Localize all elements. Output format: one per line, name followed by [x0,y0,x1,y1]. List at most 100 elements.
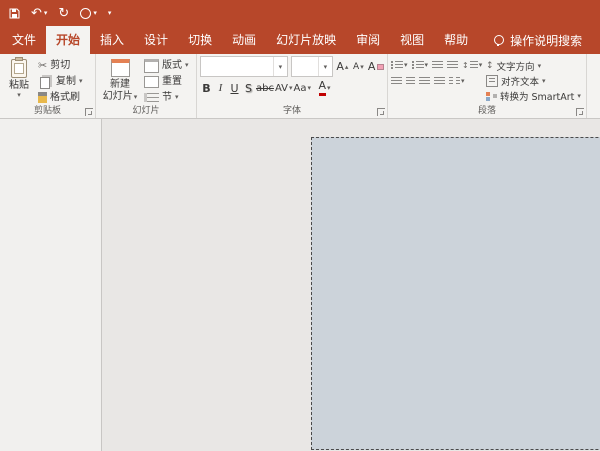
slides-group-label: 幻灯片 [96,107,196,117]
cut-label: 剪切 [50,61,70,71]
numbering-button[interactable]: ▾ [412,59,429,72]
reset-button[interactable]: 重置 [144,74,189,89]
text-direction-icon: ↕ [486,62,494,71]
align-left-button[interactable] [391,75,402,88]
text-direction-button[interactable]: ↕ 文字方向 ▾ [486,59,581,73]
line-spacing-dropdown-icon: ▾ [479,62,483,69]
bold-button[interactable]: B [200,80,213,96]
align-text-label: 对齐文本 [501,74,539,88]
character-spacing-label: AV [275,83,288,94]
align-text-button[interactable]: 对齐文本 ▾ [486,74,581,88]
new-slide-label-line2: 幻灯片 [103,91,133,103]
columns-button[interactable]: ▾ [449,75,465,88]
titlebar: ↶▾ ↻ ▾ ▾ [0,0,600,26]
customize-qat-button[interactable]: ▾ [108,10,112,17]
redo-button[interactable]: ↻ [58,7,69,20]
text-shadow-button[interactable]: S [242,80,255,96]
eraser-icon [377,64,384,70]
grow-font-button[interactable]: A▴ [336,59,349,75]
copy-button[interactable]: 复制 ▾ [38,74,83,89]
change-case-label: Aa [294,83,307,94]
copy-icon [40,77,50,89]
tab-review[interactable]: 审阅 [346,26,390,54]
justify-button[interactable] [434,75,445,88]
font-color-button[interactable]: A ▾ [318,80,331,96]
tab-help[interactable]: 帮助 [434,26,478,54]
section-button[interactable]: 节 ▾ [144,90,189,105]
copy-dropdown-icon: ▾ [79,78,83,85]
undo-icon: ↶ [31,7,42,20]
strikethrough-button[interactable]: abc [256,80,274,96]
main-area [0,119,600,451]
bullets-dropdown-icon: ▾ [404,62,408,69]
tab-insert[interactable]: 插入 [90,26,134,54]
paste-icon [11,59,27,78]
font-size-dropdown-icon: ▾ [318,57,332,76]
italic-button[interactable]: I [214,80,227,96]
shrink-font-button[interactable]: A▾ [352,59,365,75]
grow-font-label: A [336,60,344,73]
line-spacing-arrows-icon: ↕ [462,62,469,70]
format-painter-icon [38,92,47,103]
grow-font-icon: ▴ [345,63,349,71]
font-name-combobox[interactable]: ▾ [200,56,288,77]
ribbon: 粘贴 ▾ ✂ 剪切 复制 ▾ 格式刷 剪贴板 新建 幻 [0,54,600,119]
tab-view[interactable]: 视图 [390,26,434,54]
save-button[interactable] [9,8,20,19]
paste-dropdown-icon: ▾ [17,92,21,99]
font-dialog-launcher[interactable] [377,108,385,116]
character-spacing-button[interactable]: AV ▾ [275,80,293,96]
tab-slideshow[interactable]: 幻灯片放映 [266,26,346,54]
align-center-icon [406,77,415,86]
touch-mode-button[interactable]: ▾ [80,8,97,19]
slide-thumbnail-panel[interactable] [0,119,102,451]
slide[interactable] [311,137,600,450]
tab-home[interactable]: 开始 [46,26,90,54]
convert-smartart-button[interactable]: 转换为 SmartArt ▾ [486,89,581,103]
underline-button[interactable]: U [228,80,241,96]
align-center-button[interactable] [406,75,415,88]
tell-me-label: 操作说明搜索 [510,32,582,49]
cut-button[interactable]: ✂ 剪切 [38,58,83,73]
tell-me-search[interactable]: 操作说明搜索 [494,26,582,54]
bold-label: B [202,82,210,95]
section-icon [144,93,159,102]
new-slide-button[interactable]: 新建 幻灯片 ▾ [99,56,141,105]
paragraph-dialog-launcher[interactable] [576,108,584,116]
numbering-dropdown-icon: ▾ [425,62,429,69]
change-case-button[interactable]: Aa ▾ [294,80,311,96]
tab-transitions[interactable]: 切换 [178,26,222,54]
reset-label: 重置 [162,77,182,87]
font-group-label: 字体 [197,107,387,117]
new-slide-dropdown-icon: ▾ [134,94,138,101]
touch-mode-dropdown-icon: ▾ [93,10,97,17]
align-text-icon [486,75,498,87]
paste-button[interactable]: 粘贴 ▾ [3,56,35,105]
tab-design[interactable]: 设计 [134,26,178,54]
save-icon [9,8,20,19]
convert-smartart-dropdown-icon: ▾ [577,93,581,100]
font-size-combobox[interactable]: ▾ [291,56,333,77]
columns-icon [449,77,460,86]
increase-indent-button[interactable] [447,59,458,72]
clipboard-group-label: 剪贴板 [0,107,95,117]
decrease-indent-button[interactable] [432,59,443,72]
layout-button[interactable]: 版式 ▾ [144,58,189,73]
clipboard-group: 粘贴 ▾ ✂ 剪切 复制 ▾ 格式刷 剪贴板 [0,54,96,118]
copy-label: 复制 [56,77,76,87]
layout-label: 版式 [162,61,182,71]
undo-button[interactable]: ↶▾ [31,7,47,20]
new-slide-label-line1: 新建 [110,79,130,91]
paragraph-group: ▾ ▾ ↕ ▾ [388,54,587,118]
clear-formatting-button[interactable]: A [368,59,384,75]
section-label: 节 [162,93,172,103]
align-right-button[interactable] [419,75,430,88]
reset-icon [144,76,159,88]
font-group: ▾ ▾ A▴ A▾ A B I U S abc AV ▾ [197,54,388,118]
line-spacing-button[interactable]: ↕ ▾ [462,59,482,72]
bullets-button[interactable]: ▾ [391,59,408,72]
tab-file[interactable]: 文件 [2,26,46,54]
clipboard-dialog-launcher[interactable] [85,108,93,116]
format-painter-button[interactable]: 格式刷 [38,90,83,105]
tab-animations[interactable]: 动画 [222,26,266,54]
